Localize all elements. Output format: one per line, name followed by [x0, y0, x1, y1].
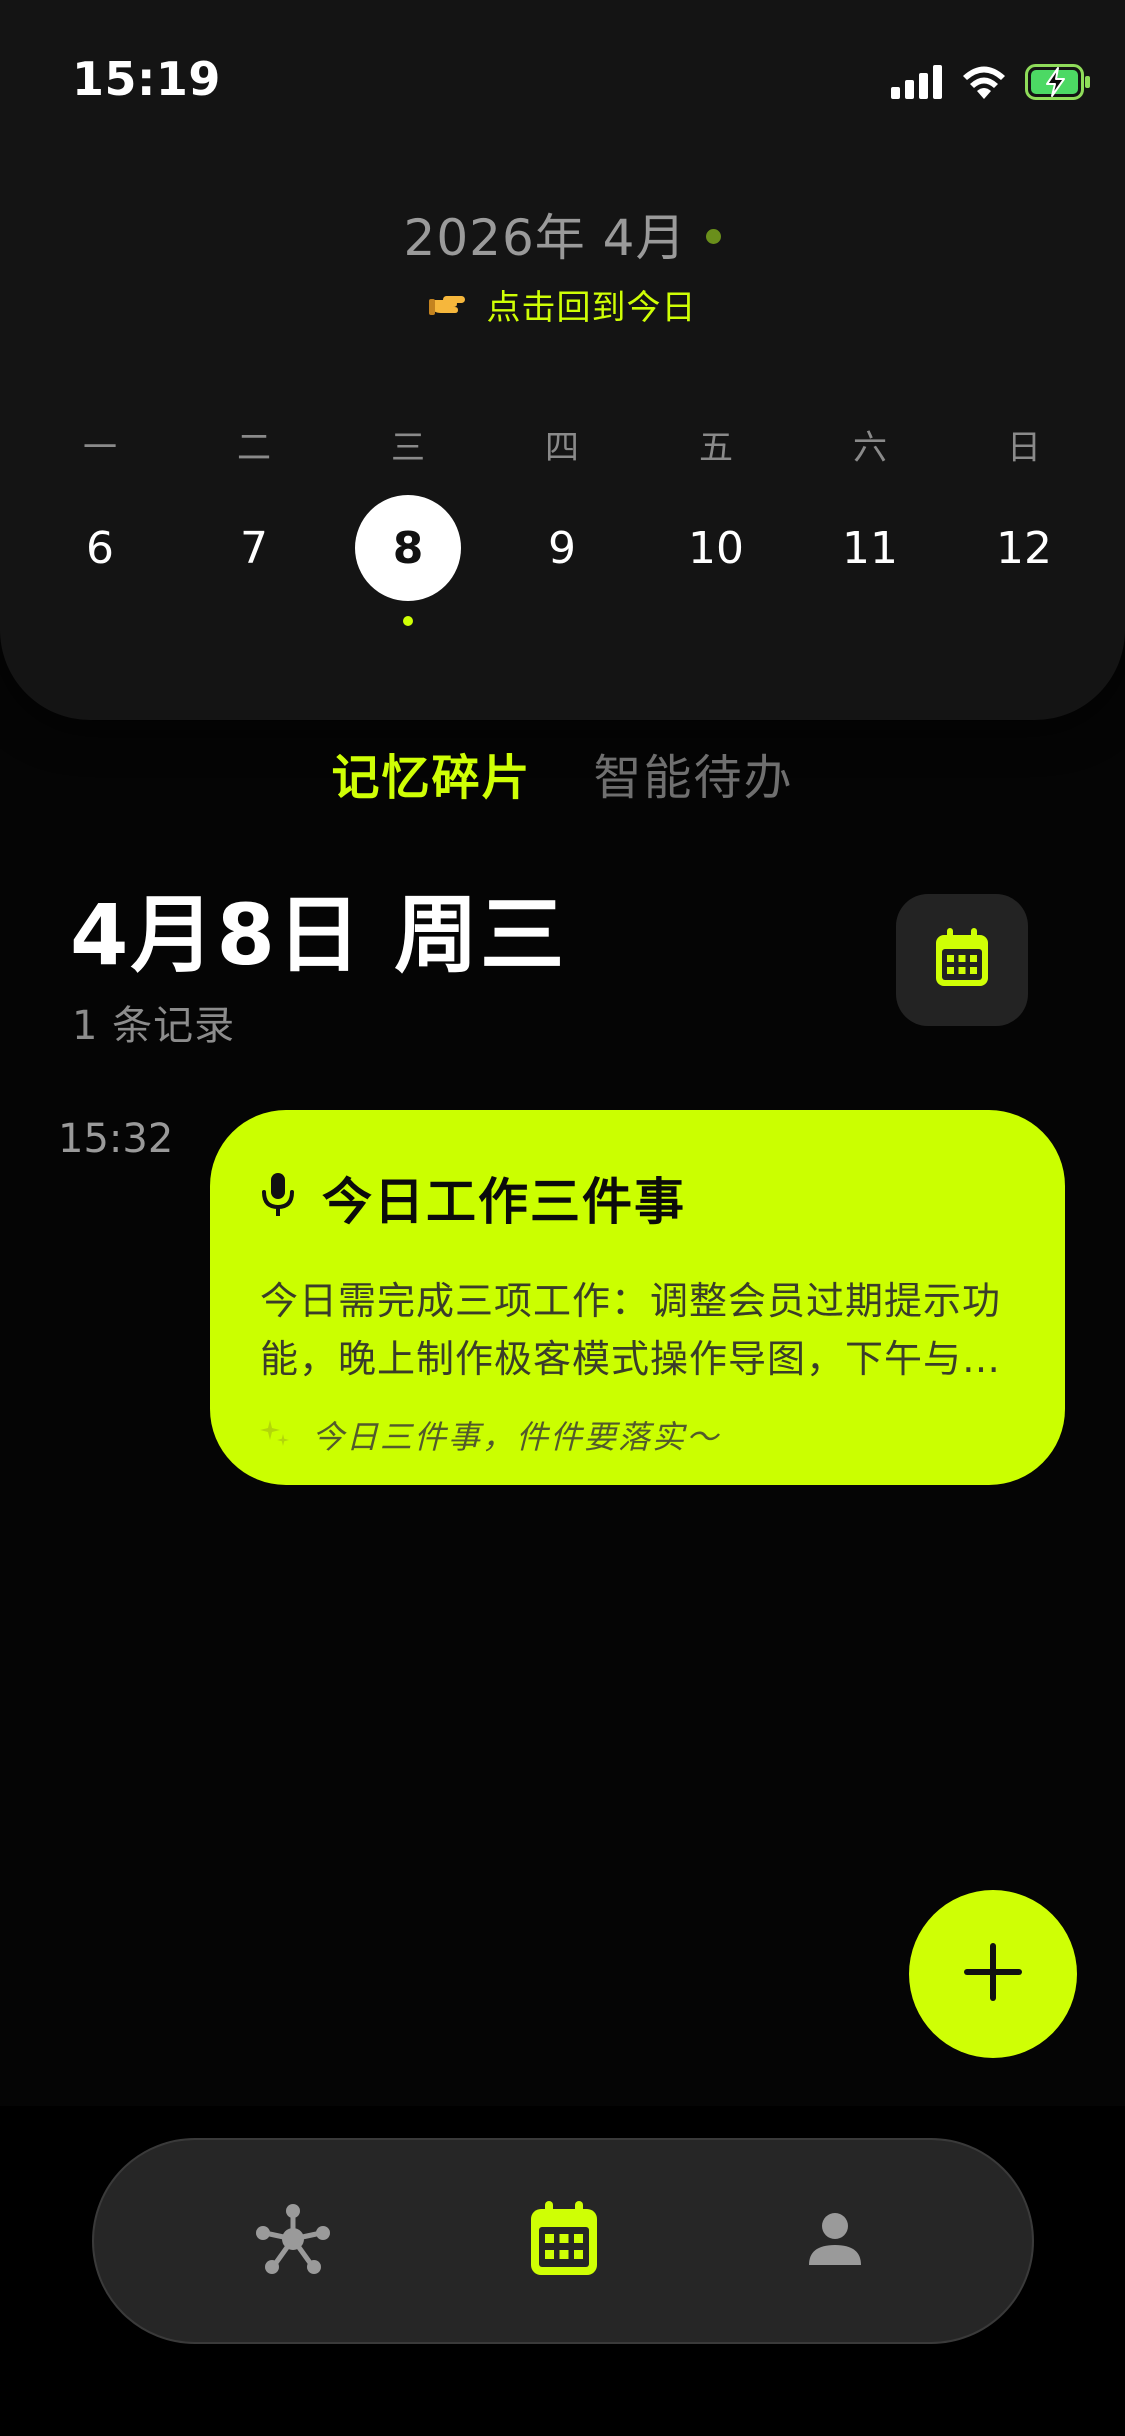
- weekday-label: 日: [1007, 428, 1041, 468]
- calendar-picker-button[interactable]: [896, 894, 1028, 1026]
- status-time: 15:19: [72, 52, 221, 106]
- day-title: 4月8日 周三: [70, 886, 567, 984]
- date-cell[interactable]: 12: [971, 495, 1077, 601]
- battery-charging-icon: [1025, 64, 1091, 100]
- month-indicator-dot: [706, 228, 722, 244]
- month-title: 2026年 4月: [403, 209, 687, 267]
- entry-title: 今日工作三件事: [322, 1173, 686, 1231]
- nav-network[interactable]: [255, 2203, 331, 2279]
- date-cell[interactable]: 7: [201, 495, 307, 601]
- date-row: 6 7 8 9 10 11 12: [0, 495, 1125, 605]
- bottom-nav: [92, 2138, 1034, 2344]
- signal-icon: [891, 65, 943, 99]
- add-record-button[interactable]: [909, 1890, 1077, 2058]
- weekday-label: 三: [391, 428, 425, 468]
- back-to-today-link[interactable]: 点击回到今日: [0, 280, 1125, 329]
- weekday-label: 二: [237, 428, 271, 468]
- back-to-today-label: 点击回到今日: [486, 288, 697, 328]
- profile-icon: [807, 2211, 863, 2271]
- pointing-hand-icon: [428, 290, 467, 320]
- tab-memory-fragments[interactable]: 记忆碎片: [331, 738, 531, 808]
- weekday-label: 六: [853, 428, 887, 468]
- weekday-label: 四: [545, 428, 579, 468]
- date-cell[interactable]: 11: [817, 495, 923, 601]
- calendar-icon: [934, 928, 990, 992]
- content-tabs: 记忆碎片 智能待办: [0, 738, 1125, 808]
- month-header[interactable]: 2026年 4月: [0, 198, 1125, 270]
- weekday-label: 五: [699, 428, 733, 468]
- calendar-header: [0, 0, 1125, 720]
- entry-summary: 今日需完成三项工作：调整会员过期提示功能，晚上制作极客模式操作导图，下午与…: [260, 1279, 1002, 1381]
- app-screen: 15:19 2026年 4月 点击回到今日 一 二 三 四 五 六 日 6 7 …: [0, 0, 1125, 2436]
- nav-profile[interactable]: [807, 2211, 863, 2271]
- memory-entry-card[interactable]: 今日工作三件事 今日需完成三项工作：调整会员过期提示功能，晚上制作极客模式操作导…: [210, 1110, 1065, 1485]
- has-records-dot: [403, 616, 413, 626]
- date-cell-selected[interactable]: 8: [355, 495, 461, 601]
- calendar-icon: [529, 2201, 599, 2281]
- entry-time: 15:32: [58, 1116, 174, 1162]
- tab-smart-todo[interactable]: 智能待办: [594, 738, 794, 808]
- entry-tag: 今日三件事，件件要落实～: [260, 1412, 1015, 1458]
- microphone-icon: [260, 1173, 296, 1223]
- wifi-icon: [961, 65, 1007, 99]
- record-count: 1 条记录: [72, 1003, 236, 1049]
- date-cell[interactable]: 6: [47, 495, 153, 601]
- entry-header: 今日工作三件事: [260, 1162, 1015, 1234]
- date-cell[interactable]: 10: [663, 495, 769, 601]
- status-icons: [891, 58, 1091, 106]
- date-cell[interactable]: 9: [509, 495, 615, 601]
- weekday-label: 一: [83, 428, 117, 468]
- plus-icon: [964, 1943, 1022, 2005]
- network-icon: [255, 2203, 331, 2279]
- weekday-row: 一 二 三 四 五 六 日: [0, 420, 1125, 480]
- nav-calendar[interactable]: [529, 2201, 599, 2281]
- entry-tag-text: 今日三件事，件件要落实～: [312, 1418, 721, 1456]
- sparkle-icon: [260, 1418, 290, 1452]
